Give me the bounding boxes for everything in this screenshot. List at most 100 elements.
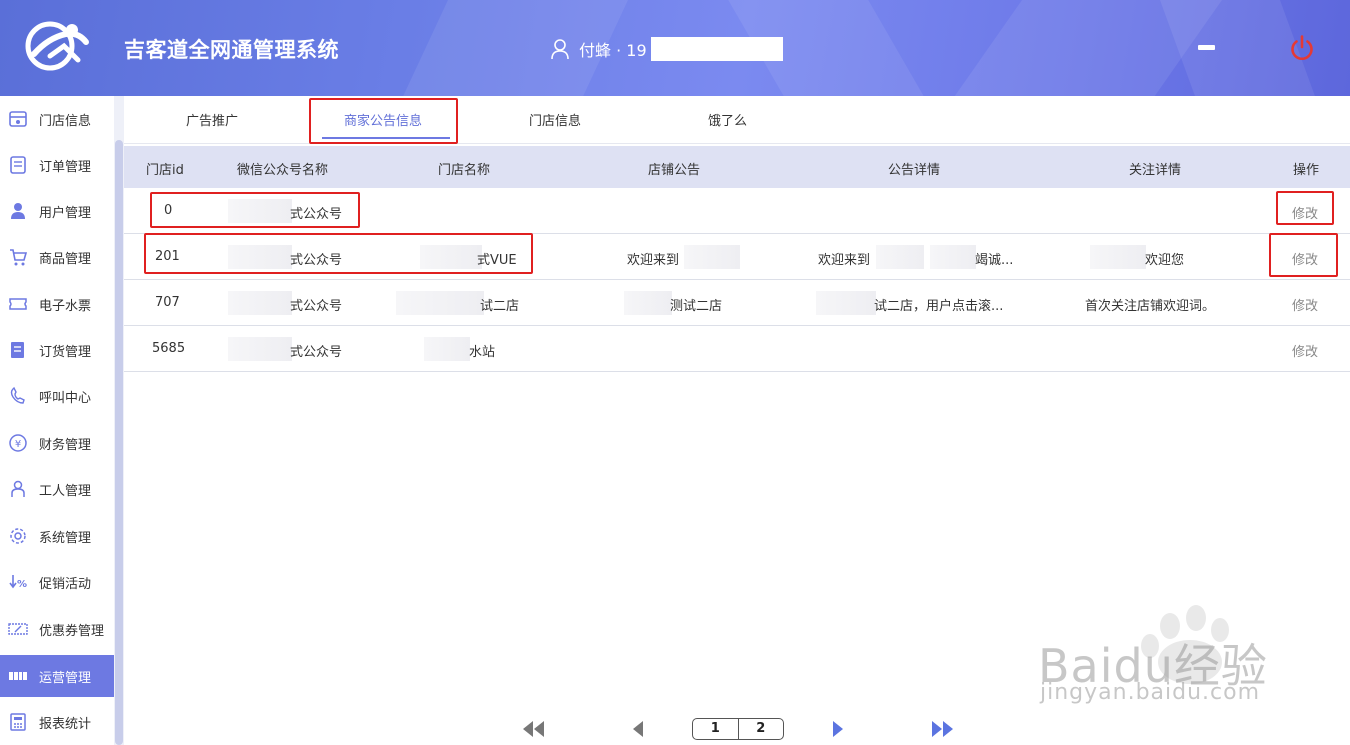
sidebar-item-label: 门店信息 — [39, 113, 92, 129]
store-info-icon — [8, 109, 28, 129]
user-manage-icon — [8, 201, 28, 221]
sidebar-item-products[interactable]: 商品管理 — [0, 237, 114, 277]
notice-detail-tail: 竭诚... — [975, 253, 1014, 268]
sidebar-item-finance[interactable]: ¥ 财务管理 — [0, 423, 114, 463]
prev-page-icon[interactable] — [632, 721, 644, 737]
sidebar-item-workers[interactable]: 工人管理 — [0, 469, 114, 509]
page-number[interactable]: 1 — [693, 719, 738, 739]
tab-bar: 广告推广 商家公告信息 门店信息 饿了么 — [124, 96, 1350, 144]
gear-icon — [8, 526, 28, 546]
svg-text:¥: ¥ — [15, 439, 21, 450]
table-row: 0 式公众号 修改 — [124, 188, 1350, 234]
redaction — [228, 199, 292, 223]
redaction — [624, 291, 672, 315]
coupon-icon — [8, 619, 28, 639]
discount-icon: % — [8, 572, 28, 592]
next-page-icon[interactable] — [832, 721, 844, 737]
wechat-name: 式公众号 — [290, 299, 343, 314]
page-numbers: 1 2 — [692, 718, 784, 740]
last-page-icon[interactable] — [930, 721, 954, 737]
sidebar-item-reports[interactable]: 报表统计 — [0, 702, 114, 742]
table-header: 门店id 微信公众号名称 门店名称 店铺公告 公告详情 关注详情 操作 — [124, 146, 1350, 188]
column-header: 门店id — [146, 163, 184, 178]
ticket-icon — [8, 294, 28, 314]
redaction — [684, 245, 740, 269]
sidebar-scrollbar[interactable] — [114, 96, 124, 745]
wechat-name: 式公众号 — [290, 345, 343, 360]
edit-link[interactable]: 修改 — [1292, 295, 1318, 314]
app-header: 吉客道全网通管理系统 付蜂 · 19 — [0, 0, 1350, 96]
store-name: 式VUE — [477, 253, 517, 268]
sidebar-item-label: 订单管理 — [39, 159, 92, 175]
sidebar-item-call-center[interactable]: 呼叫中心 — [0, 376, 114, 416]
column-header: 关注详情 — [1129, 163, 1182, 178]
edit-link[interactable]: 修改 — [1292, 249, 1318, 268]
order-icon — [8, 155, 28, 175]
store-name: 试二店 — [480, 299, 520, 314]
tab-eleme[interactable]: 饿了么 — [708, 110, 747, 129]
current-user[interactable]: 付蜂 · 19 — [550, 36, 783, 62]
first-page-icon[interactable] — [522, 721, 546, 737]
store-id: 0 — [164, 203, 173, 218]
scrollbar-thumb[interactable] — [115, 140, 123, 745]
store-name: 水站 — [469, 345, 496, 360]
follow-detail: 欢迎您 — [1145, 253, 1185, 268]
phone-icon — [8, 386, 28, 406]
sidebar-item-water-ticket[interactable]: 电子水票 — [0, 284, 114, 324]
sidebar-item-label: 商品管理 — [39, 251, 92, 267]
user-icon — [551, 39, 569, 60]
page-number[interactable]: 2 — [737, 719, 784, 739]
store-id: 5685 — [152, 341, 186, 356]
column-header: 微信公众号名称 — [237, 163, 329, 178]
sidebar-item-label: 报表统计 — [39, 716, 92, 732]
sidebar-item-label: 系统管理 — [39, 530, 92, 546]
sidebar-item-coupons[interactable]: 优惠券管理 — [0, 609, 114, 649]
column-header: 公告详情 — [888, 163, 941, 178]
column-header: 门店名称 — [438, 163, 491, 178]
notice-detail: 欢迎来到 — [818, 253, 871, 268]
sidebar-item-label: 呼叫中心 — [39, 390, 92, 406]
sidebar-item-label: 优惠券管理 — [39, 623, 105, 639]
notice-detail: 试二店，用户点击滚... — [874, 299, 1004, 314]
active-tab-indicator — [322, 137, 450, 139]
redaction — [424, 337, 470, 361]
sidebar-item-label: 促销活动 — [39, 576, 92, 592]
operation-icon — [8, 666, 28, 686]
table-row: 201 式公众号 式VUE 欢迎来到 欢迎来到 竭诚... 欢迎您 修改 — [124, 234, 1350, 280]
store-notice: 测试二店 — [670, 299, 723, 314]
edit-link[interactable]: 修改 — [1292, 203, 1318, 222]
redaction — [228, 337, 292, 361]
sidebar-item-orders[interactable]: 订单管理 — [0, 145, 114, 185]
sidebar-item-purchase[interactable]: 订货管理 — [0, 330, 114, 370]
app-logo-icon — [25, 21, 89, 71]
follow-detail: 首次关注店铺欢迎词。 — [1085, 299, 1216, 314]
wechat-name: 式公众号 — [290, 207, 343, 222]
purchase-icon — [8, 340, 28, 360]
edit-link[interactable]: 修改 — [1292, 341, 1318, 360]
sidebar-item-users[interactable]: 用户管理 — [0, 191, 114, 231]
column-header: 操作 — [1293, 163, 1320, 178]
sidebar-item-operations[interactable]: 运营管理 — [0, 655, 114, 697]
store-notice: 欢迎来到 — [627, 253, 680, 268]
minimize-button[interactable] — [1198, 45, 1215, 50]
sidebar-item-label: 订货管理 — [39, 344, 92, 360]
table-row: 707 式公众号 试二店 测试二店 试二店，用户点击滚... 首次关注店铺欢迎词… — [124, 280, 1350, 326]
redaction — [228, 245, 292, 269]
sidebar-item-promotion[interactable]: % 促销活动 — [0, 562, 114, 602]
sidebar-item-system[interactable]: 系统管理 — [0, 516, 114, 556]
tab-ad-promotion[interactable]: 广告推广 — [186, 110, 238, 129]
table-row: 5685 式公众号 水站 修改 — [124, 326, 1350, 372]
redaction — [876, 245, 924, 269]
sidebar-item-store-info[interactable]: 门店信息 — [0, 99, 114, 139]
store-id: 707 — [155, 295, 180, 310]
tab-store-info[interactable]: 门店信息 — [529, 110, 581, 129]
sidebar-item-label: 工人管理 — [39, 483, 92, 499]
power-icon[interactable] — [1288, 34, 1316, 62]
redaction — [816, 291, 876, 315]
cart-icon — [8, 247, 28, 267]
redaction — [930, 245, 976, 269]
store-id: 201 — [155, 249, 180, 264]
worker-icon — [8, 479, 28, 499]
redaction — [1090, 245, 1146, 269]
tab-merchant-notice[interactable]: 商家公告信息 — [344, 110, 422, 129]
